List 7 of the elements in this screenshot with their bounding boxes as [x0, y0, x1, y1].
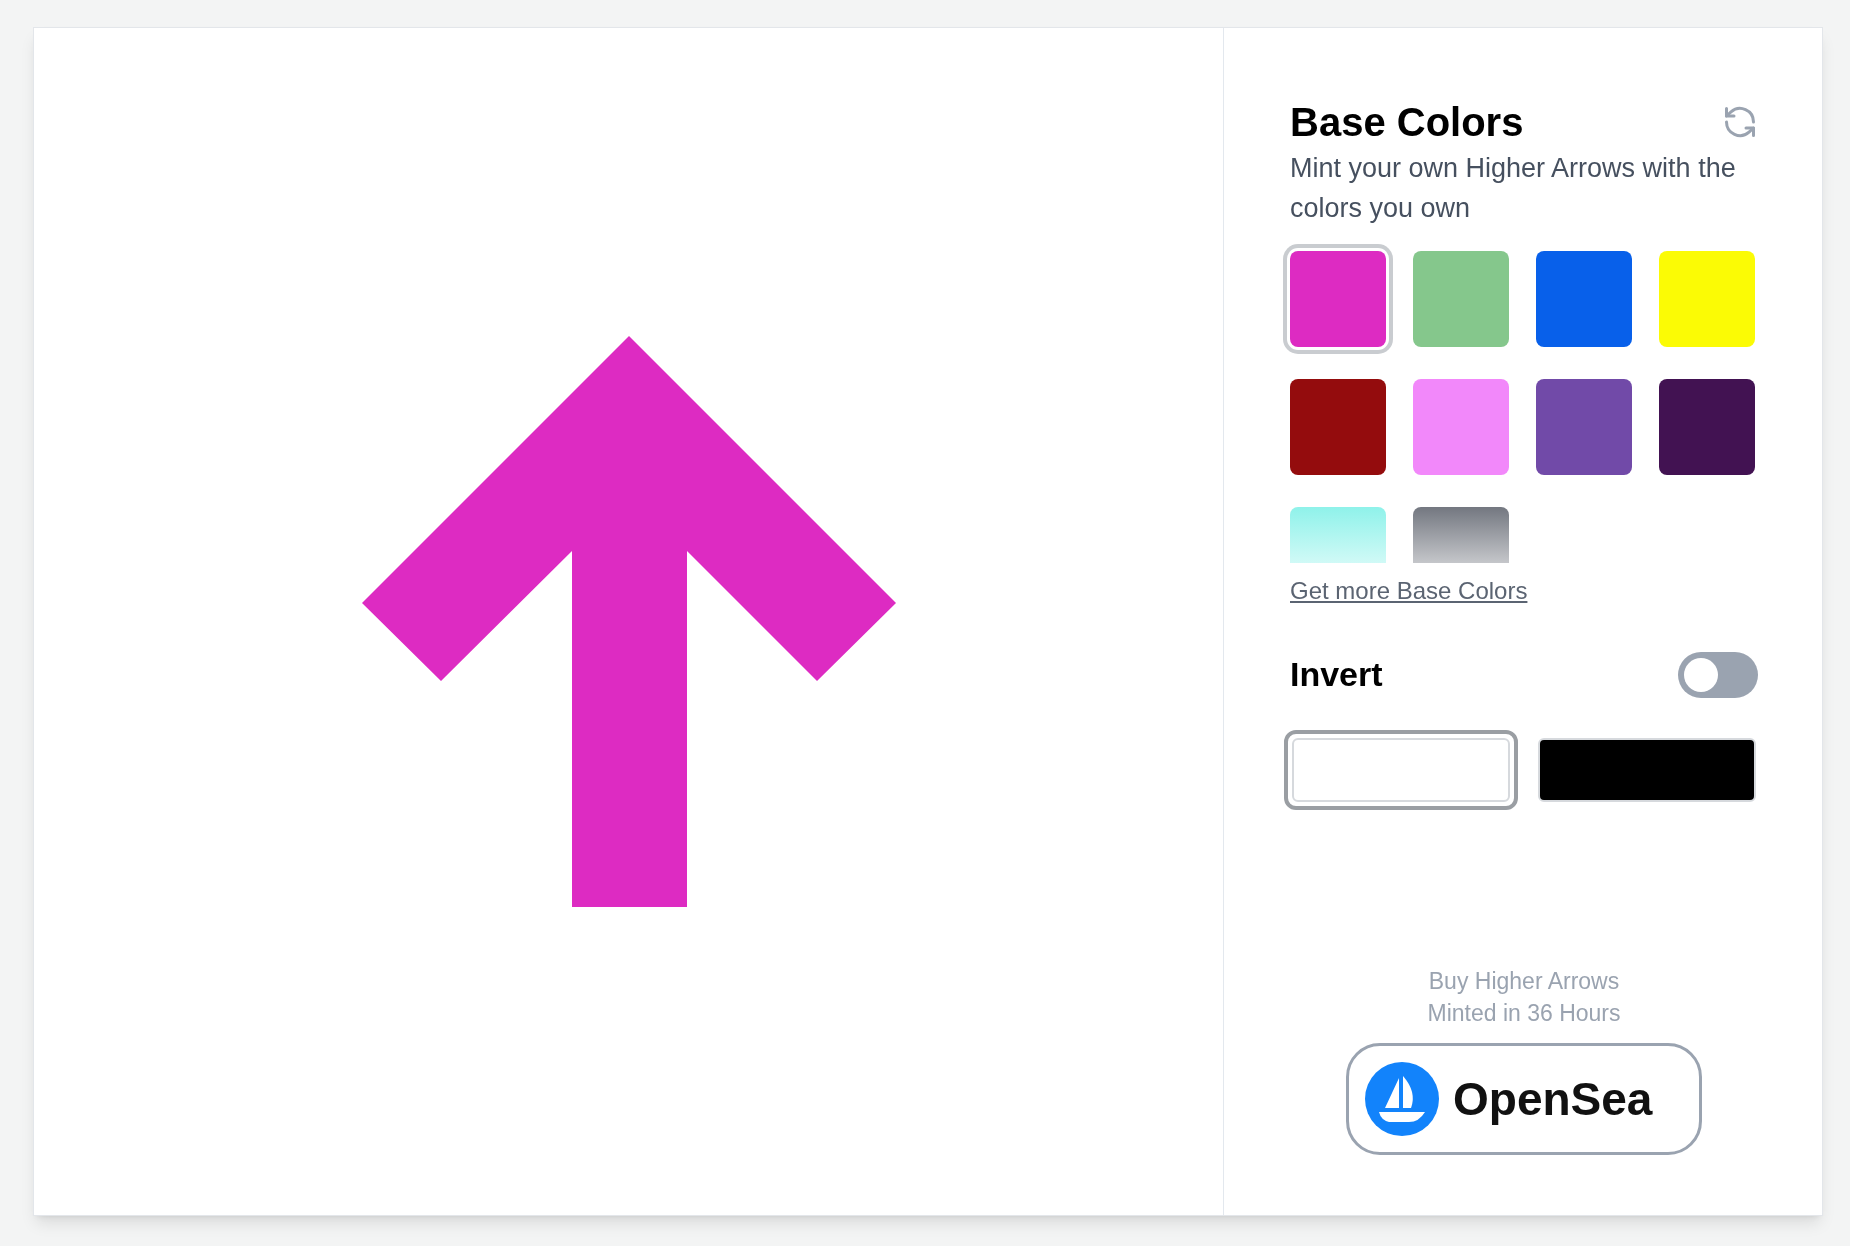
buy-note: Buy Higher Arrows	[1428, 967, 1620, 996]
invert-label: Invert	[1290, 654, 1383, 695]
buy-note: Minted in 36 Hours	[1427, 999, 1621, 1028]
more-colors-link[interactable]: Get more Base Colors	[1290, 573, 1528, 609]
panel-title: Base Colors	[1290, 99, 1524, 146]
panel-description: Mint your own Higher Arrows with the colors you own	[1290, 152, 1737, 225]
opensea-button[interactable]: OpenSea	[1346, 1043, 1702, 1155]
